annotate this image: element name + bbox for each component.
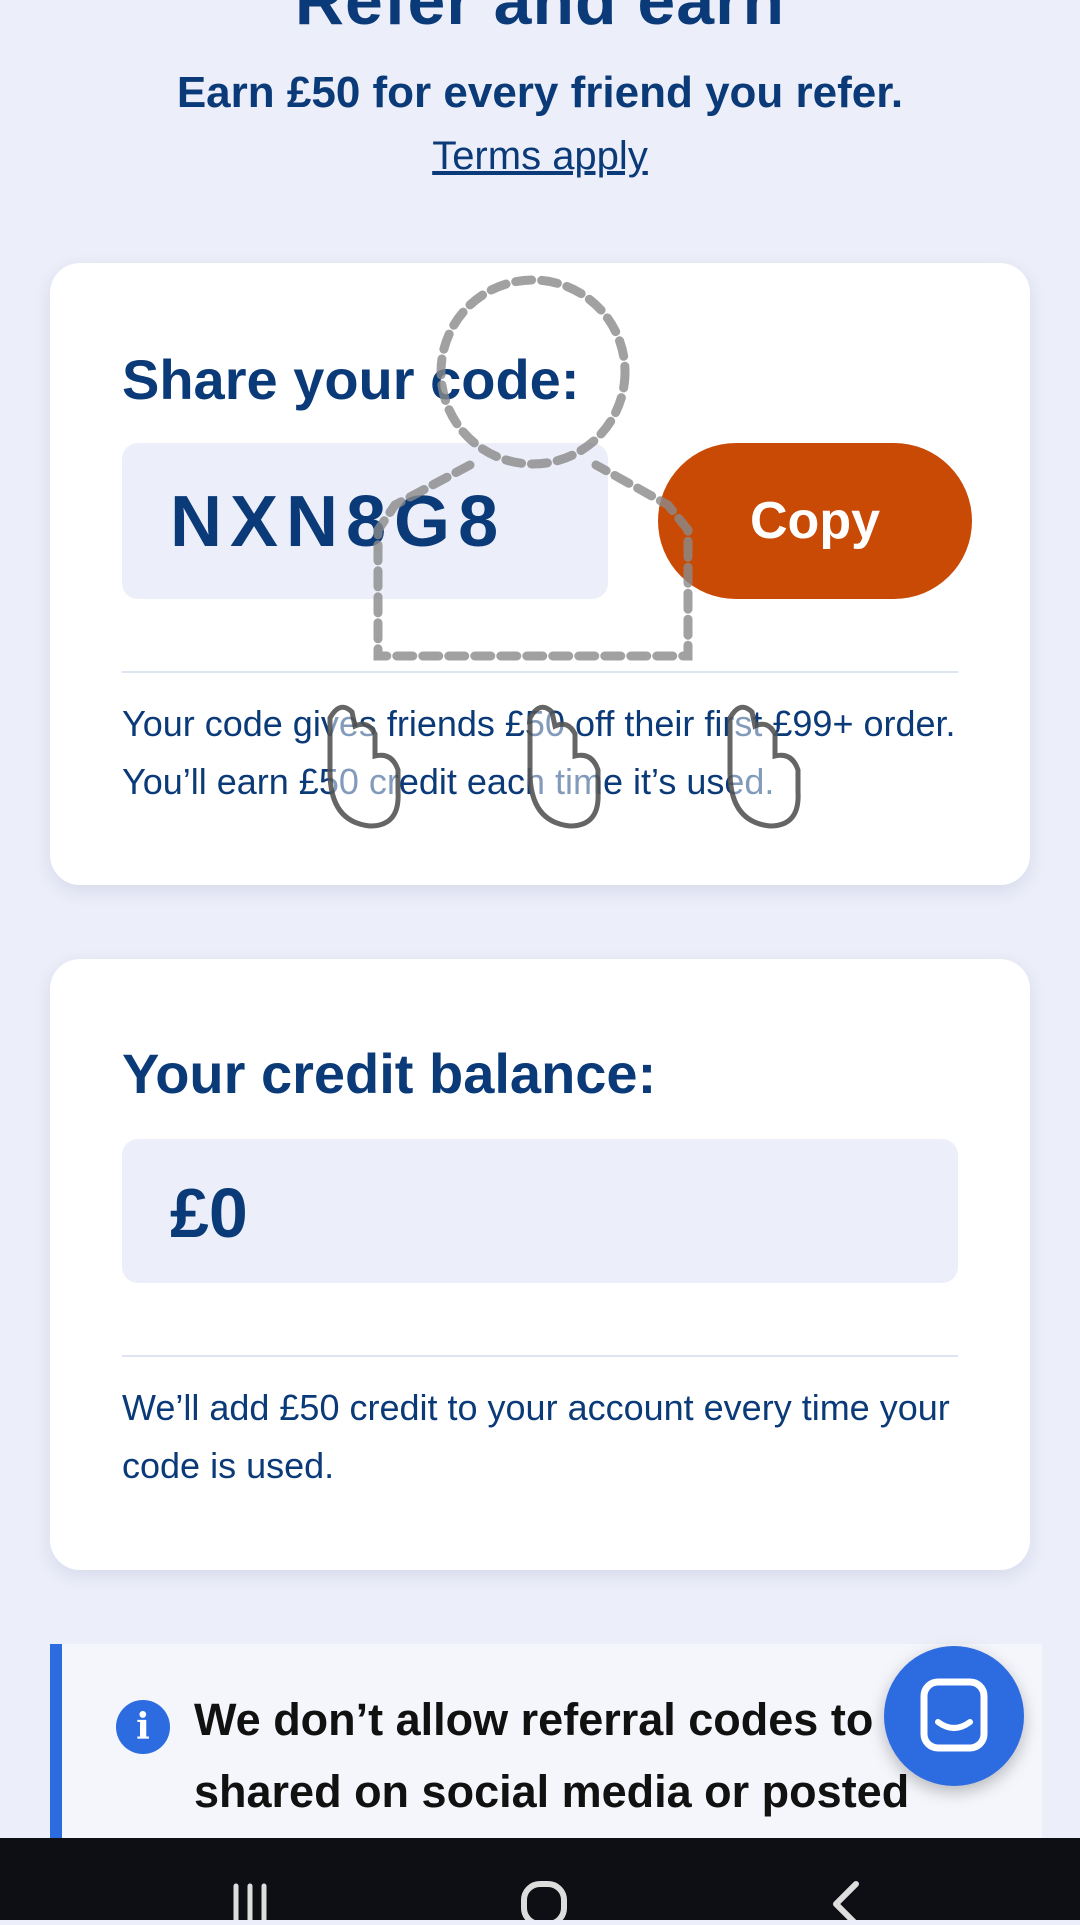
recents-button[interactable]	[190, 1844, 310, 1923]
credit-balance-heading: Your credit balance:	[122, 1042, 657, 1105]
credit-balance-card: Your credit balance: £0 We’ll add £50 cr…	[50, 959, 1030, 1570]
chat-bubble-icon	[920, 1678, 988, 1752]
back-button[interactable]	[784, 1844, 904, 1925]
page-subtitle: Earn £50 for every friend you refer.	[176, 68, 904, 117]
credit-balance-field: £0	[122, 1139, 958, 1283]
credit-balance-description: We’ll add £50 credit to your account eve…	[122, 1387, 950, 1486]
divider	[122, 1355, 958, 1357]
share-code-card: Share your code: NXN8G8 Copy Your code g…	[50, 263, 1030, 885]
divider	[122, 671, 958, 673]
referral-code: NXN8G8	[170, 482, 507, 562]
share-code-heading: Share your code:	[122, 348, 580, 411]
referral-code-field[interactable]: NXN8G8	[122, 443, 608, 599]
copy-button[interactable]: Copy	[658, 443, 972, 599]
recents-icon	[233, 1883, 267, 1923]
info-icon: i	[116, 1700, 170, 1754]
terms-link[interactable]: Terms apply	[0, 134, 1080, 179]
share-code-description: Your code gives friends £50 off their fi…	[122, 703, 956, 802]
notice-text: We don’t allow referral codes to be shar…	[194, 1694, 939, 1817]
page-title: Refer and earn	[294, 0, 786, 39]
credit-balance-value: £0	[170, 1174, 248, 1252]
home-icon	[521, 1881, 567, 1925]
back-icon	[833, 1881, 859, 1925]
system-nav-bar	[0, 1838, 1080, 1925]
home-button[interactable]	[484, 1844, 604, 1925]
chat-button[interactable]	[884, 1646, 1024, 1786]
